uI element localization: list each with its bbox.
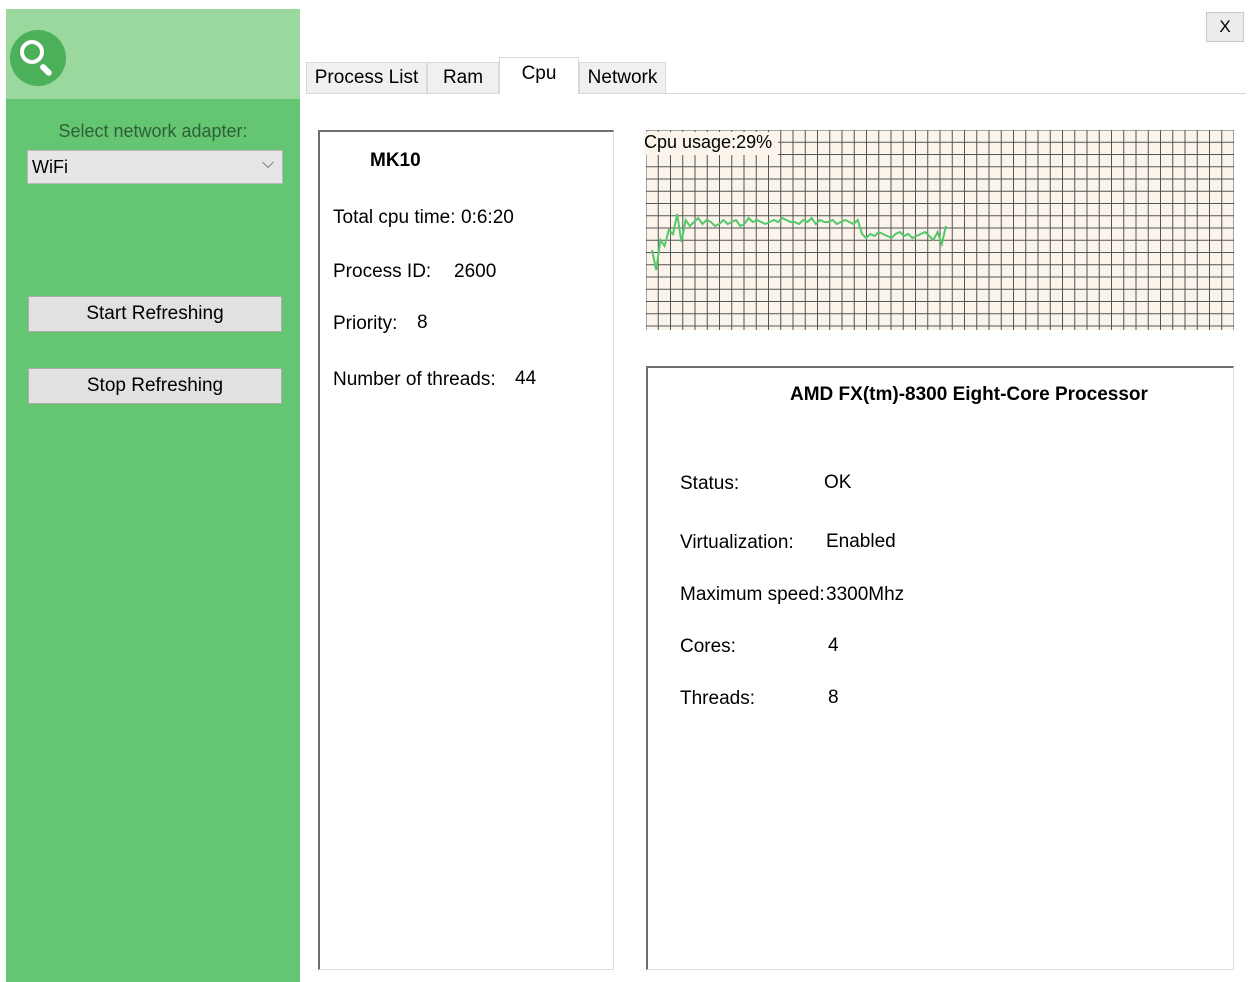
sidebar: Select network adapter: WiFi ⌵ Start Ref… [6, 9, 300, 982]
cpu-name: AMD FX(tm)-8300 Eight-Core Processor [790, 384, 1148, 405]
cores-value: 4 [828, 635, 839, 656]
cpu-graph-svg [646, 130, 1234, 330]
tab-network[interactable]: Network [579, 62, 666, 93]
process-id-label: Process ID: [333, 261, 432, 282]
process-info-panel: MK10 Total cpu time: 0:6:20 Process ID: … [318, 130, 614, 970]
priority-value: 8 [417, 312, 428, 333]
cores-label: Cores: [680, 636, 736, 657]
chevron-down-icon: ⌵ [261, 155, 274, 172]
adapter-label: Select network adapter: [58, 121, 248, 141]
cpu-usage-label: Cpu usage:29% [644, 132, 779, 155]
sidebar-header [6, 9, 300, 99]
start-refreshing-button[interactable]: Start Refreshing [28, 296, 282, 332]
search-icon [10, 30, 66, 86]
virtualization-value: Enabled [826, 531, 896, 552]
close-button[interactable]: X [1206, 12, 1244, 42]
cpu-usage-graph: Cpu usage:29% [644, 130, 1234, 330]
threads-label: Number of threads: [333, 369, 496, 390]
max-speed-label: Maximum speed: [680, 584, 825, 605]
cpu-info-panel: AMD FX(tm)-8300 Eight-Core Processor Sta… [646, 366, 1234, 970]
process-name: MK10 [370, 150, 421, 171]
stop-refreshing-button[interactable]: Stop Refreshing [28, 368, 282, 404]
network-adapter-select[interactable]: WiFi ⌵ [27, 150, 283, 184]
total-cpu-time-label: Total cpu time: [333, 207, 456, 228]
threads-value: 44 [515, 368, 537, 389]
adapter-selected-value: WiFi [32, 157, 68, 177]
priority-label: Priority: [333, 313, 398, 334]
threads-label: Threads: [680, 688, 755, 709]
tab-process-list[interactable]: Process List [306, 62, 427, 93]
tab-divider [306, 93, 1246, 94]
total-cpu-time-value: 0:6:20 [461, 207, 514, 228]
tab-ram[interactable]: Ram [427, 62, 499, 93]
virtualization-label: Virtualization: [680, 532, 794, 553]
tab-cpu[interactable]: Cpu [499, 57, 579, 94]
max-speed-value: 3300Mhz [826, 584, 905, 605]
process-id-value: 2600 [454, 261, 497, 282]
status-label: Status: [680, 473, 740, 494]
threads-value: 8 [828, 687, 839, 708]
status-value: OK [824, 472, 852, 493]
